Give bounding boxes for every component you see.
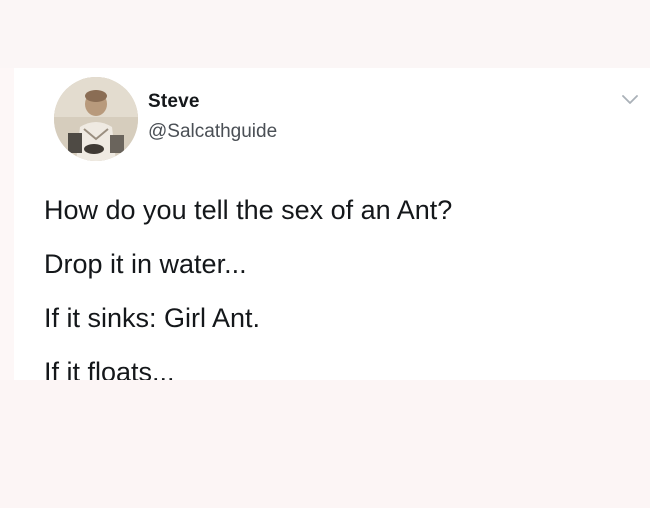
- avatar-photo-icon: [54, 77, 138, 161]
- tweet-text: How do you tell the sex of an Ant? Drop …: [44, 192, 644, 408]
- page-bottom-margin: [0, 380, 650, 508]
- chevron-down-icon[interactable]: [620, 92, 640, 108]
- tweet-line: Drop it in water...: [44, 249, 247, 279]
- tweet-line: If it sinks: Girl Ant.: [44, 303, 261, 333]
- page-top-margin: [0, 0, 650, 68]
- author-avatar[interactable]: [54, 77, 138, 161]
- author-display-name[interactable]: Steve: [148, 91, 200, 113]
- author-handle[interactable]: @Salcathguide: [148, 121, 277, 143]
- tweet-line: How do you tell the sex of an Ant?: [44, 195, 453, 225]
- tweet-card: Steve @Salcathguide How do you tell the …: [14, 68, 650, 387]
